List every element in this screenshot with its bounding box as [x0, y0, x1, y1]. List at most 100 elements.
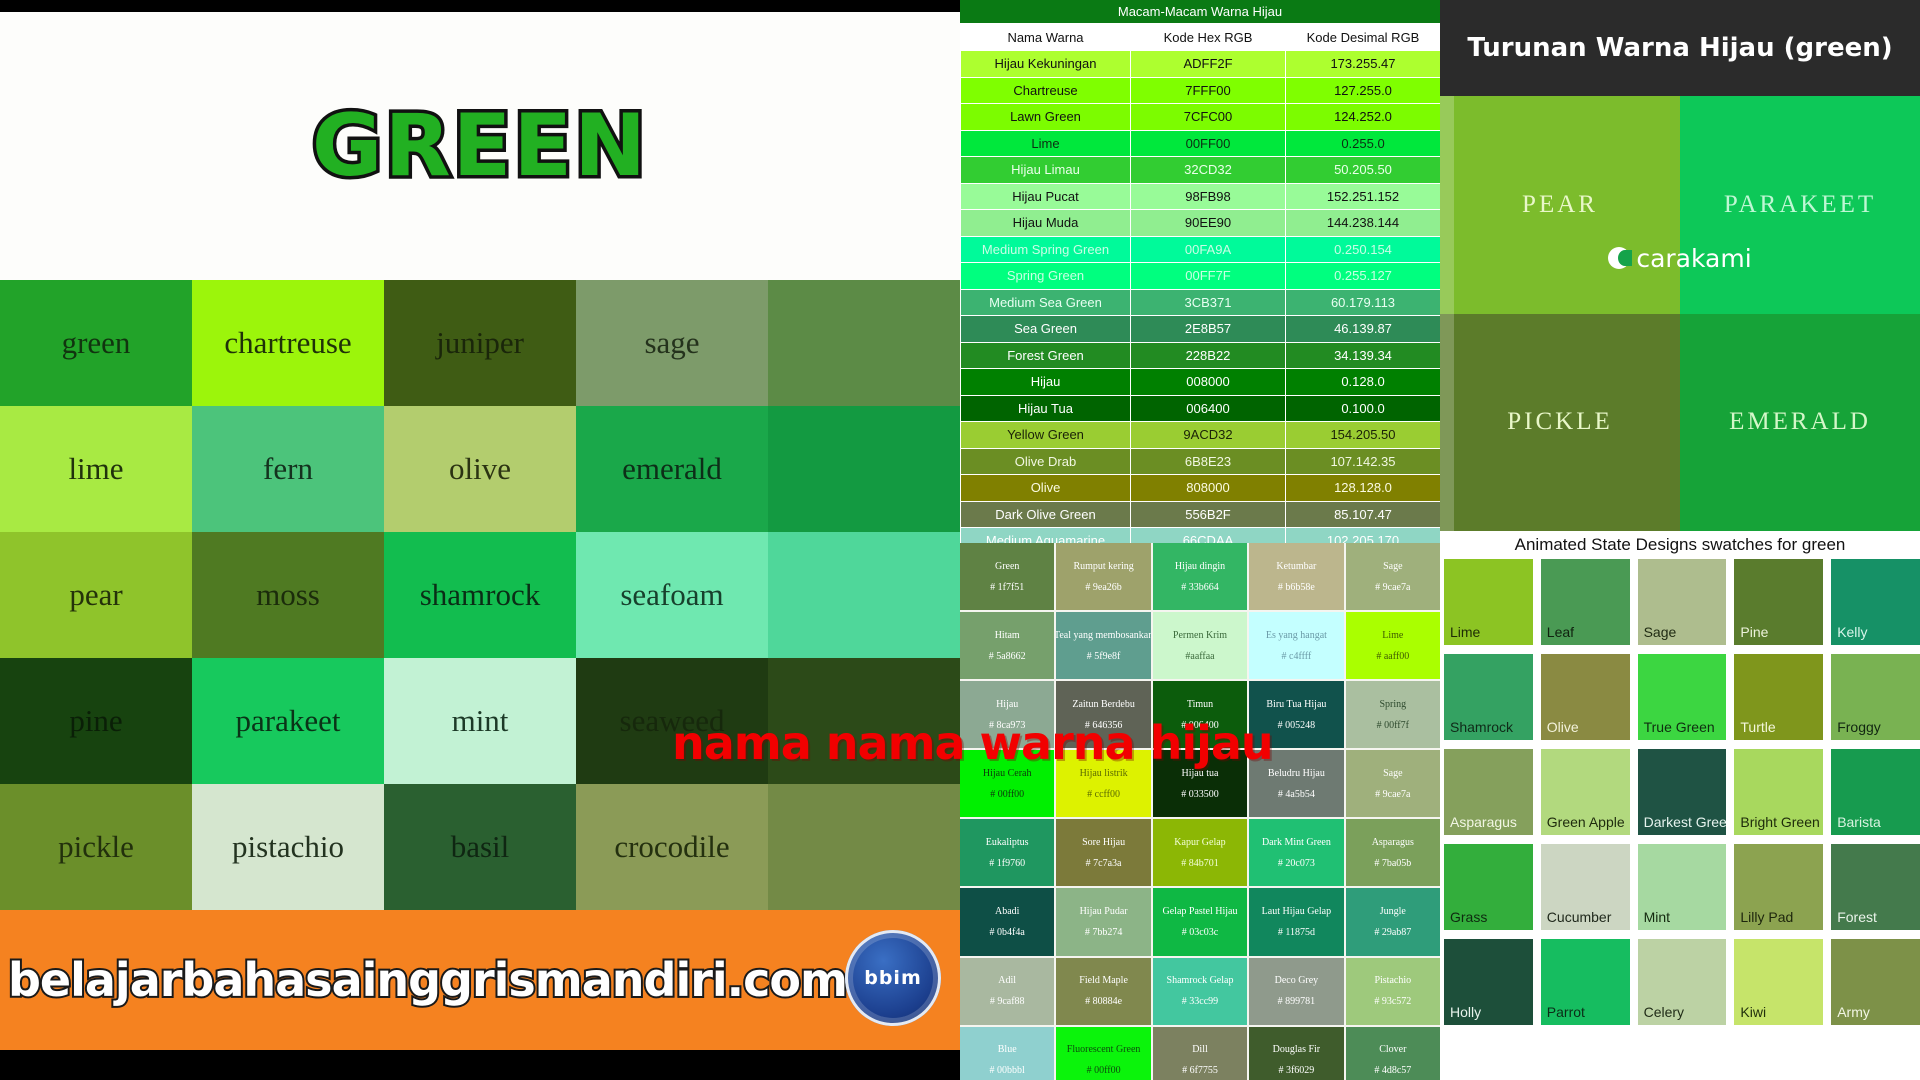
- color-table-cell-nama: Hijau: [960, 368, 1131, 396]
- color-name-cell: pine: [0, 658, 192, 784]
- indonesian-swatch: Deco Grey # 899781: [1249, 957, 1344, 1025]
- indonesian-swatch: Lime # aaff00: [1345, 612, 1440, 680]
- color-table-row: Dark Olive Green 556B2F 85.107.47: [960, 500, 1440, 528]
- color-table-cell-dec: 152.251.152: [1285, 182, 1440, 210]
- asd-swatch: Army: [1831, 939, 1920, 1025]
- indonesian-swatch: Laut Hijau Gelap # 11875d: [1249, 888, 1344, 956]
- color-table-cell-nama: Dark Olive Green: [960, 500, 1131, 528]
- swatch-hex: # 80884e: [1085, 996, 1123, 1008]
- swatch-hex: # 9cae7a: [1375, 581, 1411, 593]
- asd-swatch-grid: Lime Leaf Sage Pine Kelly Shamrock Olive True G…: [1444, 559, 1920, 1080]
- swatch-name: Asparagus: [1371, 836, 1414, 848]
- color-name-cell: [768, 532, 960, 658]
- screenshot-root: GREEN green chartreuse juniper sage lime fern…: [0, 0, 1920, 1080]
- asd-swatch: Celery: [1637, 939, 1727, 1025]
- color-name-cell: juniper: [384, 280, 576, 406]
- center-color-table-panel: Macam-Macam Warna Hijau Nama Warna Kode H…: [960, 0, 1440, 1080]
- color-table-cell-nama: Medium Sea Green: [960, 288, 1131, 316]
- green-name-grid: green chartreuse juniper sage lime fern olive e…: [0, 280, 960, 910]
- swatch-name: Clover: [1379, 1044, 1407, 1056]
- swatch-name: Green: [994, 560, 1020, 572]
- color-table-cell-nama: Olive: [960, 474, 1131, 502]
- color-table-cell-hex: 2E8B57: [1130, 315, 1286, 343]
- swatch-name: Hijau Pudar: [1079, 906, 1128, 918]
- color-name-cell: mint: [384, 658, 576, 784]
- swatch-name: Jungle: [1379, 906, 1406, 918]
- asd-swatch: Parrot: [1540, 939, 1630, 1025]
- color-name-cell: [768, 406, 960, 532]
- color-table-cell-hex: 90EE90: [1130, 209, 1286, 237]
- color-name-cell: fern: [192, 406, 384, 532]
- color-table-cell-dec: 0.255.127: [1285, 262, 1440, 290]
- color-table-cell-nama: Chartreuse: [960, 76, 1131, 104]
- indonesian-swatch: Es yang hangat # c4ffff: [1249, 612, 1344, 680]
- indonesian-swatch: Clover # 4d8c57: [1345, 1026, 1440, 1080]
- asd-swatch: Green Apple: [1540, 749, 1630, 835]
- swatch-name: Pistachio: [1374, 975, 1412, 987]
- indonesian-swatch: Kapur Gelap # 84b701: [1152, 819, 1248, 887]
- color-table-cell-hex: 556B2F: [1130, 500, 1286, 528]
- red-caption-overlay: nama nama warna hijau: [672, 716, 1274, 770]
- color-table: Nama Warna Kode Hex RGB Kode Desimal RGB H…: [960, 24, 1440, 555]
- swatch-name: Shamrock Gelap: [1166, 975, 1234, 987]
- asd-swatch: Darkest Green: [1637, 749, 1727, 835]
- color-table-cell-hex: 008000: [1130, 368, 1286, 396]
- color-name-cell: pistachio: [192, 784, 384, 910]
- color-table-cell-dec: 127.255.0: [1285, 76, 1440, 104]
- swatch-hex: # 4a5b54: [1277, 788, 1315, 800]
- color-table-cell-nama: Lime: [960, 129, 1131, 157]
- indonesian-swatch: Asparagus # 7ba05b: [1345, 819, 1440, 887]
- color-table-cell-dec: 85.107.47: [1285, 500, 1440, 528]
- indonesian-swatch: Sore Hijau # 7c7a3a: [1056, 819, 1151, 887]
- color-table-cell-hex: 228B22: [1130, 341, 1286, 369]
- color-table-row: Olive Drab 6B8E23 107.142.35: [960, 447, 1440, 475]
- color-table-cell-nama: Hijau Kekuningan: [960, 50, 1131, 78]
- color-table-cell-nama: Hijau Muda: [960, 209, 1131, 237]
- asd-swatch: Pine: [1734, 559, 1824, 645]
- swatch-name: Douglas Fir: [1272, 1044, 1321, 1056]
- color-table-cell-hex: 006400: [1130, 394, 1286, 422]
- indonesian-swatch: Ketumbar # b6b58e: [1249, 543, 1344, 611]
- color-table-cell-hex: 808000: [1130, 474, 1286, 502]
- color-table-cell-hex: 9ACD32: [1130, 421, 1286, 449]
- color-table-row: Hijau Limau 32CD32 50.205.50: [960, 156, 1440, 184]
- indonesian-swatch: Adil # 9caf88: [960, 957, 1055, 1025]
- color-table-row: Hijau Kekuningan ADFF2F 173.255.47: [960, 50, 1440, 78]
- indonesian-swatch: Pistachio # 93c572: [1345, 957, 1440, 1025]
- swatch-name: Eukaliptus: [985, 836, 1029, 848]
- left-top-black-bar: [0, 0, 960, 12]
- asd-swatch: Barista: [1831, 749, 1920, 835]
- swatch-hex: # 9caf88: [989, 996, 1025, 1008]
- asd-swatch: Holly: [1444, 939, 1533, 1025]
- swatch-name: Rumput kering: [1073, 560, 1134, 572]
- turunan-quadrant: PEAR: [1440, 96, 1680, 314]
- color-table-cell-dec: 0.255.0: [1285, 129, 1440, 157]
- indonesian-swatch: Blue # 00bbbl: [960, 1026, 1055, 1080]
- color-name-cell: parakeet: [192, 658, 384, 784]
- asd-swatches-title: Animated State Designs swatches for gree…: [1440, 531, 1920, 559]
- swatch-hex: # 33b664: [1181, 581, 1219, 593]
- swatch-hex: # 9cae7a: [1375, 788, 1411, 800]
- color-name-cell: emerald: [576, 406, 768, 532]
- swatch-hex: # 033500: [1181, 788, 1219, 800]
- indonesian-swatch: Eukaliptus # 1f9760: [960, 819, 1055, 887]
- swatch-name: Blue: [997, 1044, 1017, 1056]
- color-table-cell-hex: 6B8E23: [1130, 447, 1286, 475]
- turunan-quadrant: PARAKEET: [1680, 96, 1920, 314]
- color-table-cell-dec: 0.128.0: [1285, 368, 1440, 396]
- color-table-cell-nama: Hijau Limau: [960, 156, 1131, 184]
- indonesian-swatch: Green # 1f7f51: [960, 543, 1055, 611]
- color-name-cell: basil: [384, 784, 576, 910]
- color-table-row: Medium Spring Green 00FA9A 0.250.154: [960, 235, 1440, 263]
- color-table-body: Hijau Kekuningan ADFF2F 173.255.47 Chartreu…: [960, 50, 1440, 555]
- color-table-cell-hex: 32CD32: [1130, 156, 1286, 184]
- asd-swatch: Forest: [1831, 844, 1920, 930]
- swatch-hex: # 00ff00: [1086, 1065, 1121, 1077]
- swatch-hex: # 1f7f51: [990, 581, 1025, 593]
- swatch-hex: # 005248: [1277, 719, 1316, 731]
- swatch-hex: #aaffaa: [1185, 650, 1215, 662]
- indonesian-swatch: Douglas Fir # 3f6029: [1249, 1026, 1344, 1080]
- swatch-hex: # 5f9e8f: [1086, 650, 1121, 662]
- color-name-cell: seafoam: [576, 532, 768, 658]
- indonesian-swatch-grid: Green # 1f7f51 Rumput kering # 9ea26b Hijau …: [960, 543, 1440, 1080]
